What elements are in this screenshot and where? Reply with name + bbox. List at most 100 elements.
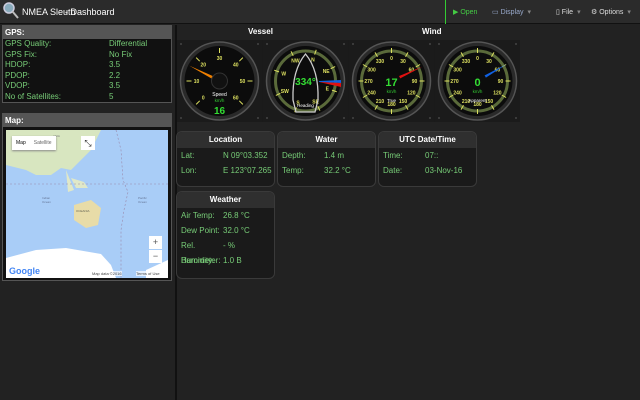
tick-label: 210: [376, 99, 385, 105]
map-view[interactable]: ASIA Indian Ocean OCEANIA Pacific Ocean …: [6, 130, 168, 278]
gps-row-label: VDOP:: [5, 81, 30, 90]
needle-hub: [211, 72, 228, 90]
options-menu[interactable]: ⚙ Options ▾: [591, 8, 631, 16]
speed-unit: km/h: [215, 98, 225, 103]
gps-row: VDOP: 3.5: [3, 81, 171, 92]
heading-label: Heading: [297, 103, 314, 108]
nav-divider: [445, 0, 446, 24]
file-label: File: [561, 9, 574, 16]
gps-row-label: HDOP:: [5, 60, 31, 69]
gear-icon: ⚙: [591, 9, 600, 16]
page-subtitle: - Dashboard: [65, 7, 115, 17]
gps-row-value: Differential: [109, 39, 148, 48]
open-button[interactable]: ▶ Open: [453, 8, 477, 16]
caret-down-icon: ▾: [627, 9, 631, 16]
display-menu[interactable]: ▭ Display ▾: [492, 8, 531, 16]
apparent-wind-gauge: 03060901201501802102402703003300km/hAppa…: [435, 40, 520, 122]
water-row: Depth: 1.4 m: [278, 148, 375, 163]
tick-label: 270: [364, 79, 373, 85]
gps-row-label: No of Satellites:: [5, 91, 62, 101]
location-title: Location: [177, 132, 274, 148]
options-label: Options: [599, 9, 624, 16]
terms-link[interactable]: Terms of Use: [136, 271, 160, 276]
gps-title: GPS:: [3, 26, 171, 39]
tick-label: 300: [453, 68, 462, 74]
tick-label: NW: [291, 58, 300, 64]
true-wind-gauge: 030609012015018021024027030033017km/hTru…: [349, 40, 434, 122]
screw: [429, 43, 431, 45]
map-type-control: Map Satellite: [12, 136, 56, 150]
weather-row: Dew Point: 32.0 °C: [177, 223, 274, 238]
gps-row: HDOP: 3.5: [3, 60, 171, 71]
apparent-wind-label: Apparent: [468, 98, 487, 103]
tick-label: 120: [493, 91, 502, 97]
map-type-map-button[interactable]: Map: [12, 136, 30, 150]
tick-label: 240: [367, 91, 376, 97]
utc-card: UTC Date/Time Time: 07:: Date: 03-Nov-16: [378, 131, 477, 187]
screw: [438, 43, 440, 45]
location-card: Location Lat: N 09°03.352 Lon: E 123°07.265: [176, 131, 275, 187]
vessel-heading: Vessel: [248, 27, 273, 36]
file-menu[interactable]: ▯ File ▾: [556, 8, 581, 16]
tick-label: 0: [202, 95, 205, 101]
gps-row-value: No Fix: [109, 49, 133, 59]
map-title: Map:: [3, 114, 171, 127]
screw: [352, 117, 354, 119]
speed-gauge: 0102030405060Speedkm/h16: [177, 40, 262, 122]
utc-row: Time: 07::: [379, 148, 476, 163]
tick-label: 40: [233, 63, 239, 69]
weather-title: Weather: [177, 192, 274, 208]
weather-row-value: - %: [223, 241, 235, 250]
utc-row-label: Time:: [383, 151, 403, 160]
tick-label: 0: [390, 56, 393, 62]
monitor-icon: ▭: [492, 9, 501, 16]
caret-down-icon: ▾: [527, 9, 532, 16]
tick-label: 60: [233, 95, 239, 101]
location-row-value: E 123°07.265: [223, 166, 272, 175]
tick-label: SW: [281, 89, 289, 95]
tick-label: 90: [412, 79, 418, 85]
google-logo: Google: [9, 266, 40, 276]
true-wind-label: True: [387, 98, 397, 103]
tick-label: 30: [486, 59, 492, 65]
utc-row-value: 07::: [425, 151, 439, 160]
tick-label: 10: [194, 79, 200, 85]
gps-row-value: 3.5: [109, 60, 121, 69]
weather-row-label: Dew Point:: [181, 226, 220, 235]
gps-row-value: 3.5: [109, 81, 121, 90]
apparent-wind-value: 0: [474, 77, 480, 89]
utc-row-label: Date:: [383, 166, 403, 175]
map-type-satellite-button[interactable]: Satellite: [30, 136, 56, 150]
weather-row: Air Temp: 26.8 °C: [177, 208, 274, 223]
weather-row-label: Barometer:: [181, 256, 221, 265]
gps-row-value: 2.2: [109, 70, 121, 80]
screw: [438, 117, 440, 119]
water-row-label: Temp:: [282, 166, 304, 175]
zoom-in-button[interactable]: +: [149, 236, 162, 249]
true-wind-value: 17: [385, 77, 397, 89]
map-label-indian-ocean: Indian Ocean: [42, 196, 51, 204]
tick-label: 120: [407, 91, 416, 97]
water-row: Temp: 32.2 °C: [278, 163, 375, 178]
tick-label: 300: [367, 68, 376, 74]
location-row: Lat: N 09°03.352: [177, 148, 274, 163]
map-label-pacific: Pacific Ocean: [138, 196, 147, 204]
location-row-value: N 09°03.352: [223, 151, 268, 160]
location-row: Lon: E 123°07.265: [177, 163, 274, 178]
tick-label: 150: [399, 99, 408, 105]
header-bar: NMEA Sleuth - Dashboard ▶ Open ▭ Display…: [0, 0, 640, 24]
weather-row-value: 26.8 °C: [223, 211, 250, 220]
open-label: Open: [460, 9, 478, 16]
screw: [515, 43, 517, 45]
water-row-label: Depth:: [282, 151, 306, 160]
gps-row: No of Satellites: 5: [3, 92, 171, 103]
screw: [266, 43, 268, 45]
tick-label: 50: [240, 79, 246, 85]
tick-label: 240: [453, 91, 462, 97]
caret-down-icon: ▾: [577, 9, 581, 16]
tick-label: 30: [217, 56, 223, 62]
water-row-value: 32.2 °C: [324, 166, 351, 175]
tick-label: W: [281, 72, 286, 78]
zoom-out-button[interactable]: −: [149, 250, 162, 263]
fullscreen-icon[interactable]: ⤡: [81, 136, 95, 150]
